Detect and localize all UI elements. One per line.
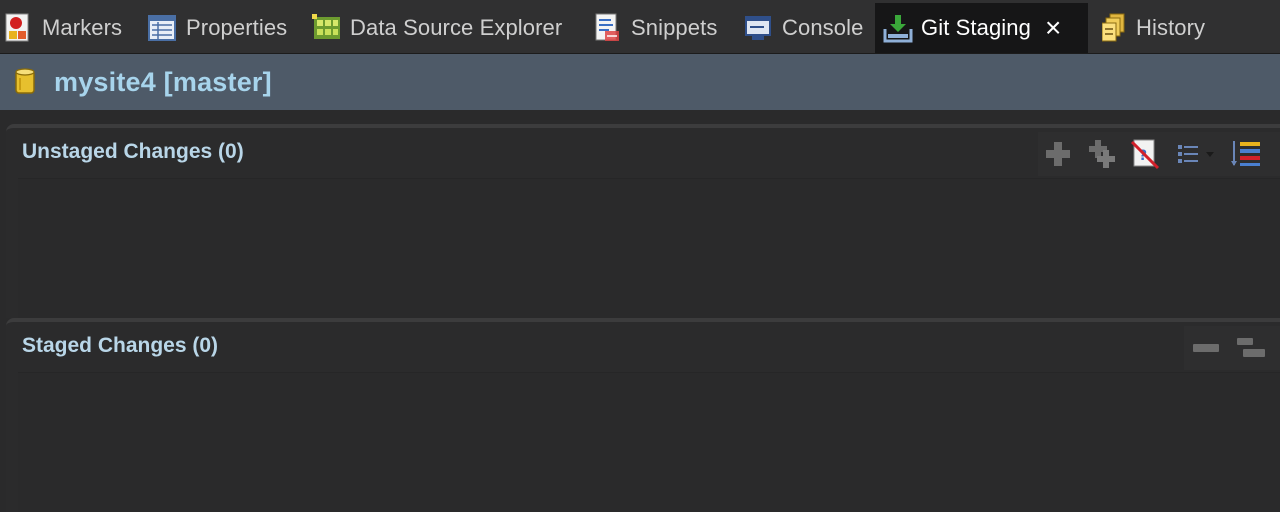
unstaged-changes-title: Unstaged Changes (0) — [22, 140, 244, 163]
sort-icon[interactable] — [1230, 138, 1262, 170]
history-icon — [1101, 13, 1126, 43]
properties-icon — [148, 13, 176, 43]
ignore-untracked-icon[interactable]: ? — [1130, 138, 1162, 170]
git-staging-icon — [883, 13, 913, 43]
tab-data-source-explorer[interactable]: Data Source Explorer — [312, 2, 562, 53]
repository-header: mysite4 [master] — [0, 54, 1280, 110]
add-all-to-index-icon[interactable] — [1086, 138, 1118, 170]
staged-changes-section: Staged Changes (0) — [6, 318, 1280, 512]
tab-markers[interactable]: Markers — [4, 2, 122, 53]
tab-label: History — [1136, 14, 1206, 40]
expand-all-icon[interactable] — [1234, 332, 1266, 364]
tab-console[interactable]: Console — [744, 2, 863, 53]
unstaged-toolbar: ? — [1038, 132, 1280, 176]
snippets-icon — [593, 13, 621, 43]
tab-history[interactable]: History — [1101, 2, 1206, 53]
tab-label: Console — [782, 14, 864, 40]
repository-name: mysite4 [master] — [54, 66, 272, 97]
tab-label: Properties — [186, 14, 288, 40]
close-icon[interactable]: × — [1045, 14, 1061, 42]
unstaged-changes-list[interactable] — [18, 178, 1280, 318]
tab-properties[interactable]: Properties — [148, 2, 287, 53]
view-tab-bar: Markers Properties Data Source Explorer … — [0, 0, 1280, 54]
collapse-all-icon[interactable] — [1190, 332, 1222, 364]
console-icon — [744, 13, 772, 43]
unstaged-changes-section: Unstaged Changes (0) ? — [6, 124, 1280, 318]
add-to-index-icon[interactable] — [1042, 138, 1074, 170]
staged-changes-title: Staged Changes (0) — [22, 334, 219, 357]
tab-git-staging[interactable]: Git Staging × — [875, 3, 1088, 53]
section-header[interactable]: Staged Changes (0) — [6, 322, 1280, 370]
tab-label: Git Staging — [921, 15, 1031, 40]
tab-label: Snippets — [631, 14, 718, 40]
tab-snippets[interactable]: Snippets — [593, 2, 717, 53]
tab-label: Data Source Explorer — [350, 14, 563, 40]
presentation-menu-icon[interactable] — [1174, 138, 1218, 170]
staged-changes-list[interactable] — [18, 372, 1280, 512]
markers-icon — [4, 13, 32, 43]
staged-toolbar — [1184, 326, 1280, 370]
repository-icon — [14, 68, 36, 96]
tab-label: Markers — [42, 14, 123, 40]
data-source-explorer-icon — [312, 13, 340, 43]
